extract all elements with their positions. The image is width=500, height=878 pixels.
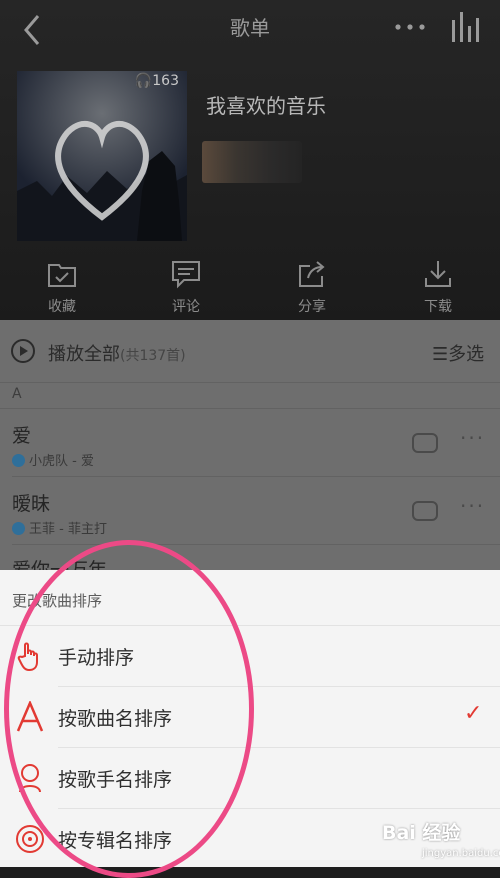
download-button[interactable]: 下载 — [398, 258, 478, 320]
listen-count-value: 163 — [152, 73, 179, 89]
song-row[interactable]: 爱 小虎队 - 爱 ··· — [0, 409, 500, 475]
song-title: 爱 — [12, 425, 32, 447]
verified-icon — [12, 454, 25, 467]
equalizer-icon — [452, 12, 479, 42]
checkmark-icon: ✓ — [464, 701, 483, 726]
download-label: 下载 — [424, 299, 452, 315]
highlight-annotation — [4, 540, 254, 878]
song-list: 播放全部(共137首) ☰多选 A 爱 小虎队 - 爱 ··· 暧昧 王菲 - … — [0, 320, 500, 570]
collect-label: 收藏 — [48, 299, 76, 315]
watermark-url: jingyan.baidu.com — [422, 848, 500, 859]
now-playing-button[interactable] — [446, 8, 486, 44]
comment-button[interactable]: 评论 — [146, 258, 226, 320]
download-icon — [425, 261, 451, 287]
headphones-icon: 🎧 — [134, 73, 153, 89]
song-subtitle: 王菲 - 菲主打 — [12, 518, 107, 537]
share-label: 分享 — [298, 299, 326, 315]
song-row[interactable]: 暧昧 王菲 - 菲主打 ··· — [0, 477, 500, 543]
share-button[interactable]: 分享 — [272, 258, 352, 320]
share-icon — [299, 261, 325, 287]
song-artist-album: 小虎队 - 爱 — [29, 454, 94, 469]
listen-count: 🎧163 — [135, 73, 179, 89]
verified-icon — [12, 522, 25, 535]
song-title: 暧昧 — [12, 493, 51, 515]
list-icon: ☰ — [432, 344, 449, 365]
multi-select-label: 多选 — [448, 344, 485, 365]
divider — [0, 382, 500, 383]
playlist-name: 我喜欢的音乐 — [206, 94, 326, 118]
concert-crowd-image — [17, 71, 187, 241]
collect-icon — [48, 264, 76, 287]
song-more-button[interactable]: ··· — [460, 426, 485, 450]
multi-select-button[interactable]: ☰多选 — [432, 340, 484, 366]
baidu-jingyan-watermark: Bai 经验 jingyan.baidu.com — [382, 818, 500, 864]
song-more-button[interactable]: ··· — [460, 494, 485, 518]
song-artist-album: 王菲 - 菲主打 — [29, 522, 107, 537]
video-play-button[interactable] — [412, 433, 438, 453]
play-all-bar[interactable]: 播放全部(共137首) ☰多选 — [0, 320, 500, 382]
section-header: A — [12, 386, 22, 402]
more-button[interactable] — [388, 12, 432, 42]
playlist-cover[interactable]: 🎧163 — [17, 71, 187, 241]
play-circle-icon — [11, 339, 35, 363]
play-all-button[interactable]: 播放全部(共137首) — [48, 340, 186, 366]
creator-avatar-blurred[interactable] — [202, 141, 302, 183]
collect-button[interactable]: 收藏 — [22, 258, 102, 320]
more-dots-icon — [395, 24, 425, 30]
play-all-label: 播放全部 — [48, 344, 120, 365]
comment-icon — [172, 261, 200, 289]
watermark-brand: Bai 经验 — [382, 822, 461, 844]
comment-label: 评论 — [172, 299, 200, 315]
song-count: (共137首) — [120, 348, 186, 364]
video-play-button[interactable] — [412, 501, 438, 521]
song-subtitle: 小虎队 - 爱 — [12, 450, 94, 469]
